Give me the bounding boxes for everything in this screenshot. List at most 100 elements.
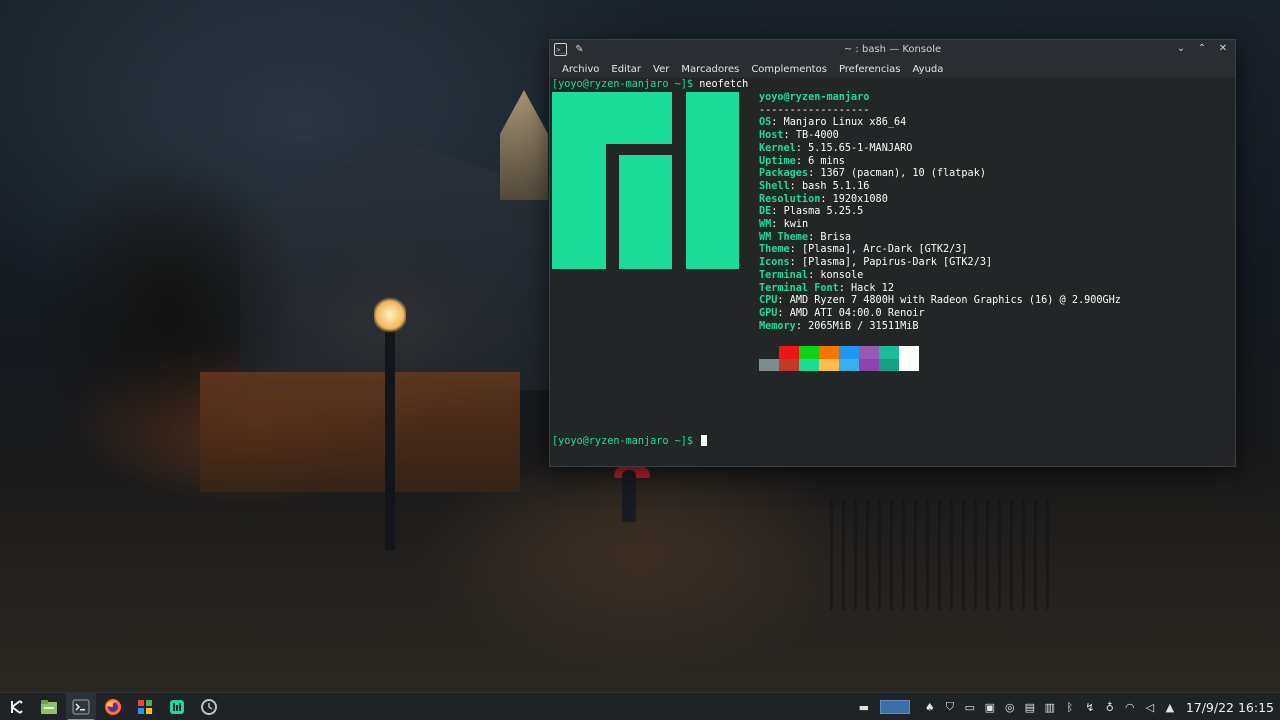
clipboard-icon[interactable]: ▤ xyxy=(1020,693,1040,720)
wallpaper-figure xyxy=(622,470,636,522)
info-value: 2065MiB / 31511MiB xyxy=(808,320,919,332)
info-value: 6 mins xyxy=(808,155,845,167)
info-line-gpu: GPU: AMD ATI 04:00.0 Renoir xyxy=(759,307,925,319)
info-label: Theme xyxy=(759,244,790,256)
info-line-os: OS: Manjaro Linux x86_64 xyxy=(759,117,907,129)
color-swatch xyxy=(759,346,779,371)
clock[interactable]: 17/9/22 16:15 xyxy=(1180,700,1280,715)
color-swatch xyxy=(819,346,839,371)
separator: ------------------ xyxy=(759,104,870,116)
taskbar-file-manager[interactable] xyxy=(34,693,64,720)
menu-archivo[interactable]: Archivo xyxy=(556,60,605,79)
menu-ayuda[interactable]: Ayuda xyxy=(907,60,950,79)
show-desktop-icon[interactable]: ▬ xyxy=(854,693,874,720)
info-line-wm-theme: WM Theme: Brisa xyxy=(759,231,852,243)
shield-icon[interactable]: ⛉ xyxy=(940,693,960,720)
color-swatch xyxy=(899,346,919,371)
info-label: WM xyxy=(759,219,772,230)
manjaro-hello-icon xyxy=(170,699,184,714)
close-button[interactable]: ✕ xyxy=(1217,42,1229,56)
notifications-icon[interactable]: ♠ xyxy=(920,693,940,720)
system-tray: ▬ ♠ ⛉ ▭ ▣ ◎ ▤ ▥ ᛒ ↯ ♁ ◠ ◁ ▲ 17/9/22 16:1… xyxy=(854,693,1280,720)
info-line-theme: Theme: [Plasma], Arc-Dark [GTK2/3] xyxy=(759,244,968,256)
terminal-area[interactable]: [yoyo@ryzen-manjaro ~]$ neofetch yoyo@ry… xyxy=(550,79,1235,466)
info-value: Manjaro Linux x86_64 xyxy=(783,117,907,129)
wallpaper-road xyxy=(0,452,1280,692)
menu-marcadores[interactable]: Marcadores xyxy=(675,60,745,79)
logo-bar-top xyxy=(552,92,672,144)
info-value: 1367 (pacman), 10 (flatpak) xyxy=(820,168,986,180)
bluetooth-icon[interactable]: ᛒ xyxy=(1060,693,1080,720)
menu-editar[interactable]: Editar xyxy=(605,60,647,79)
info-label: Uptime xyxy=(759,155,796,167)
info-line-resolution: Resolution: 1920x1080 xyxy=(759,193,888,205)
text-cursor xyxy=(701,435,708,446)
app-launcher-button[interactable] xyxy=(2,693,32,720)
info-value: [Plasma], Papirus-Dark [GTK2/3] xyxy=(801,257,993,269)
color-swatch xyxy=(779,346,799,371)
wallpaper-lamp xyxy=(374,296,406,334)
info-line-kernel: Kernel: 5.15.65-1-MANJARO xyxy=(759,142,913,154)
current-prompt-line: [yoyo@ryzen-manjaro ~]$ xyxy=(552,435,708,449)
menu-ver[interactable]: Ver xyxy=(647,60,675,79)
taskbar-konsole[interactable] xyxy=(66,692,96,720)
logo-bar-middle xyxy=(619,155,672,269)
konsole-window[interactable]: >_ ✎ ~ : bash — Konsole ⌄ ⌃ ✕ Archivo Ed… xyxy=(549,39,1236,467)
maximize-button[interactable]: ⌃ xyxy=(1196,42,1208,56)
info-value: Plasma 5.25.5 xyxy=(783,206,864,218)
info-line-terminal: Terminal: konsole xyxy=(759,269,864,281)
color-swatch xyxy=(839,346,859,371)
taskbar-software-center[interactable] xyxy=(130,693,160,720)
kde-connect-icon[interactable]: ▣ xyxy=(980,693,1000,720)
info-label: Resolution xyxy=(759,193,821,205)
info-label: Host xyxy=(759,130,784,142)
window-title: ~ : bash — Konsole xyxy=(843,44,942,55)
expand-tray-icon[interactable]: ▲ xyxy=(1160,693,1180,720)
info-value: Brisa xyxy=(820,231,852,243)
info-value: kwin xyxy=(783,219,809,230)
wallpaper-fence xyxy=(830,500,1050,610)
info-label: OS xyxy=(759,117,772,129)
info-line-shell: Shell: bash 5.1.16 xyxy=(759,180,870,192)
window-titlebar[interactable]: >_ ✎ ~ : bash — Konsole ⌄ ⌃ ✕ xyxy=(550,40,1235,60)
info-line-packages: Packages: 1367 (pacman), 10 (flatpak) xyxy=(759,168,986,180)
menu-preferencias[interactable]: Preferencias xyxy=(833,60,907,79)
wifi-icon[interactable]: ◠ xyxy=(1120,693,1140,720)
info-label: Terminal Font xyxy=(759,282,839,294)
info-value: konsole xyxy=(820,269,864,281)
info-label: Memory xyxy=(759,320,796,332)
kde-logo-icon xyxy=(11,699,23,714)
info-line-icons: Icons: [Plasma], Papirus-Dark [GTK2/3] xyxy=(759,257,993,269)
info-label: Icons xyxy=(759,257,790,269)
info-line-memory: Memory: 2065MiB / 31511MiB xyxy=(759,320,919,332)
wallpaper-tower xyxy=(500,90,548,200)
minimize-button[interactable]: ⌄ xyxy=(1175,42,1187,56)
taskbar-firefox[interactable] xyxy=(98,693,128,720)
info-line-terminal-font: Terminal Font: Hack 12 xyxy=(759,282,894,294)
info-value: [Plasma], Arc-Dark [GTK2/3] xyxy=(801,244,968,256)
taskbar-manjaro-hello[interactable] xyxy=(162,693,192,720)
update-icon[interactable]: ◎ xyxy=(1000,693,1020,720)
taskbar-timeshift[interactable] xyxy=(194,693,224,720)
microphone-icon[interactable]: ♁ xyxy=(1100,693,1120,720)
virtual-desktop-pager[interactable] xyxy=(879,700,910,714)
volume-icon[interactable]: ◁ xyxy=(1140,693,1160,720)
info-value: AMD ATI 04:00.0 Renoir xyxy=(789,307,925,319)
info-label: Packages xyxy=(759,168,809,180)
color-swatch xyxy=(859,346,879,371)
info-label: Terminal xyxy=(759,269,809,281)
info-label: CPU xyxy=(759,295,778,307)
info-value: TB-4000 xyxy=(795,130,839,142)
info-value: 1920x1080 xyxy=(832,193,888,205)
info-line-de: DE: Plasma 5.25.5 xyxy=(759,206,864,218)
usb-icon[interactable]: ↯ xyxy=(1080,693,1100,720)
disk-icon[interactable]: ▥ xyxy=(1040,693,1060,720)
display-icon[interactable]: ▭ xyxy=(960,693,980,720)
info-value: AMD Ryzen 7 4800H with Radeon Graphics (… xyxy=(789,295,1121,307)
menu-complementos[interactable]: Complementos xyxy=(745,60,833,79)
logo-bar-right xyxy=(686,92,739,269)
info-line-host: Host: TB-4000 xyxy=(759,130,839,142)
menu-bar: Archivo Editar Ver Marcadores Complement… xyxy=(550,60,1235,79)
taskbar: ▬ ♠ ⛉ ▭ ▣ ◎ ▤ ▥ ᛒ ↯ ♁ ◠ ◁ ▲ 17/9/22 16:1… xyxy=(0,692,1280,720)
prompt: [yoyo@ryzen-manjaro ~]$ xyxy=(552,79,694,90)
